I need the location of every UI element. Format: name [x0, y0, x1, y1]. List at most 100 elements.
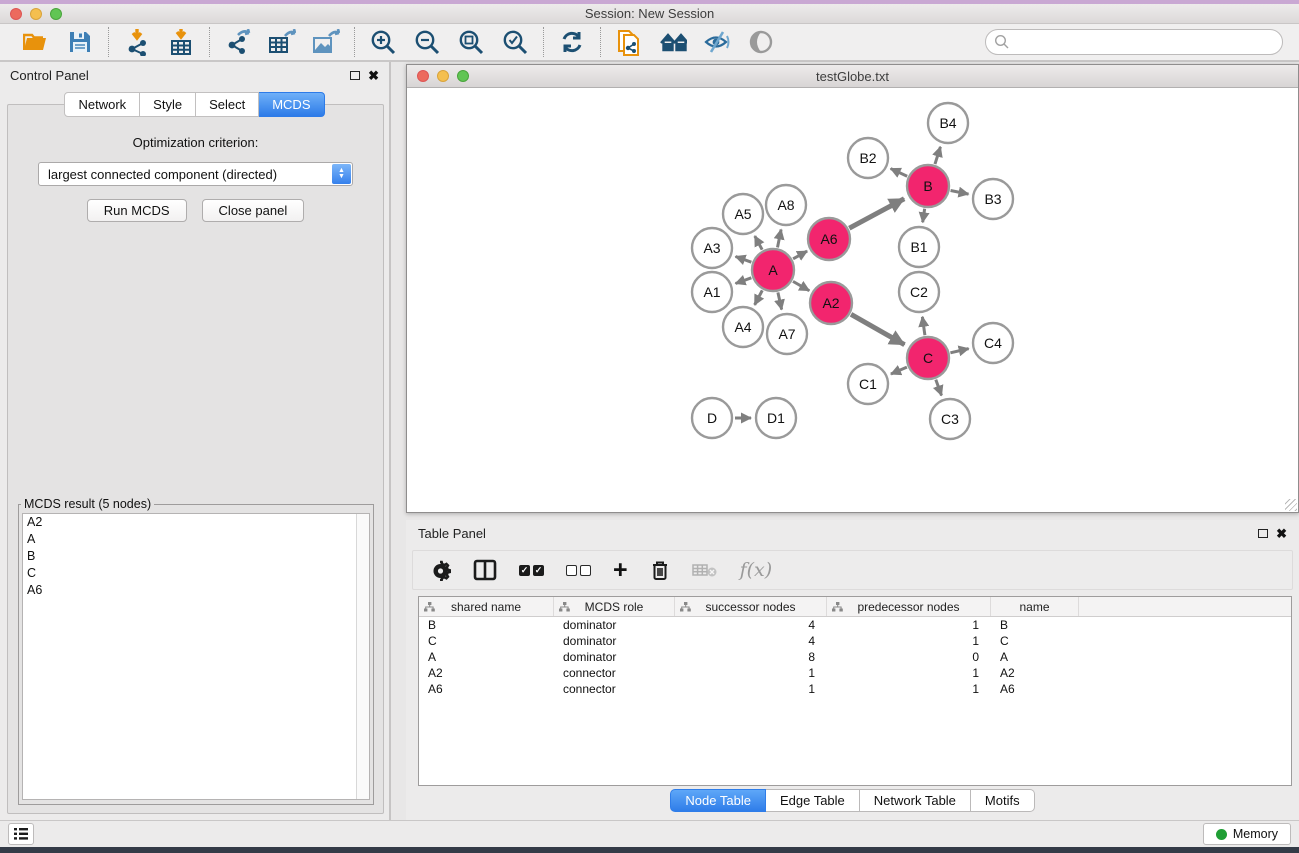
edge-B-B4[interactable]: [935, 147, 940, 164]
close-panel-icon[interactable]: ✖: [368, 69, 379, 82]
close-table-panel-icon[interactable]: ✖: [1276, 527, 1287, 540]
edge-C-C4[interactable]: [950, 349, 968, 353]
cell[interactable]: dominator: [554, 617, 675, 633]
cell[interactable]: A2: [419, 665, 554, 681]
float-panel-icon[interactable]: [350, 71, 360, 80]
cell[interactable]: 0: [827, 649, 991, 665]
zoom-selected-icon[interactable]: [501, 28, 529, 56]
hide-selected-eye-slash-icon[interactable]: [703, 28, 731, 56]
table-row[interactable]: Cdominator41C: [419, 633, 1291, 649]
edge-A-A3[interactable]: [736, 256, 752, 262]
cell[interactable]: A6: [419, 681, 554, 697]
tab-network[interactable]: Network: [64, 92, 140, 117]
cell[interactable]: 4: [675, 617, 827, 633]
cell[interactable]: 1: [675, 665, 827, 681]
cell[interactable]: B: [991, 617, 1079, 633]
cell[interactable]: 1: [675, 681, 827, 697]
node-table[interactable]: shared nameMCDS rolesuccessor nodesprede…: [418, 596, 1292, 786]
show-column-icon[interactable]: [473, 559, 497, 581]
import-table-icon[interactable]: [167, 28, 195, 56]
edge-A2-C[interactable]: [851, 314, 905, 344]
column-header-shared-name[interactable]: shared name: [419, 597, 554, 616]
mcds-result-list[interactable]: A2ABCA6: [22, 513, 370, 800]
settings-gear-icon[interactable]: [429, 559, 451, 581]
delete-column-trash-icon[interactable]: [650, 559, 670, 581]
export-table-icon[interactable]: [268, 28, 296, 56]
column-header-predecessor-nodes[interactable]: predecessor nodes: [827, 597, 991, 616]
tab-motifs[interactable]: Motifs: [971, 789, 1035, 812]
tab-node-table[interactable]: Node Table: [670, 789, 766, 812]
cell[interactable]: 4: [675, 633, 827, 649]
edge-A-A7[interactable]: [778, 292, 782, 309]
result-item[interactable]: B: [23, 548, 369, 565]
task-history-button[interactable]: [8, 823, 34, 845]
result-item[interactable]: A2: [23, 514, 369, 531]
cell[interactable]: connector: [554, 665, 675, 681]
add-column-icon[interactable]: +: [613, 560, 628, 580]
tab-network-table[interactable]: Network Table: [860, 789, 971, 812]
home-icon[interactable]: [659, 28, 687, 56]
cell[interactable]: A: [991, 649, 1079, 665]
cell[interactable]: C: [991, 633, 1079, 649]
zoom-out-icon[interactable]: [413, 28, 441, 56]
result-item[interactable]: A6: [23, 582, 369, 599]
window-resize-grip[interactable]: [1285, 499, 1297, 511]
zoom-fit-icon[interactable]: [457, 28, 485, 56]
edge-A-A5[interactable]: [755, 236, 762, 250]
table-row[interactable]: Adominator80A: [419, 649, 1291, 665]
edge-A6-B[interactable]: [849, 199, 904, 228]
cell[interactable]: C: [419, 633, 554, 649]
cell[interactable]: 8: [675, 649, 827, 665]
cell[interactable]: 1: [827, 665, 991, 681]
edge-B-B2[interactable]: [891, 169, 908, 177]
network-graph[interactable]: B4B2BB3A8A5A6B1A3AA1C2A2A4A7C4CC1C3DD1: [407, 88, 1298, 512]
edge-A-A4[interactable]: [755, 290, 763, 305]
cell[interactable]: dominator: [554, 633, 675, 649]
zoom-in-icon[interactable]: [369, 28, 397, 56]
table-row[interactable]: Bdominator41B: [419, 617, 1291, 633]
cell[interactable]: connector: [554, 681, 675, 697]
tab-style[interactable]: Style: [140, 92, 196, 117]
edge-A-A6[interactable]: [793, 251, 807, 259]
export-image-icon[interactable]: [312, 28, 340, 56]
save-session-icon[interactable]: [66, 28, 94, 56]
edge-B-B1[interactable]: [923, 209, 925, 223]
cell[interactable]: A6: [991, 681, 1079, 697]
result-list-scrollbar[interactable]: [356, 514, 369, 799]
tab-edge-table[interactable]: Edge Table: [766, 789, 860, 812]
refresh-icon[interactable]: [558, 28, 586, 56]
cell[interactable]: 1: [827, 617, 991, 633]
network-canvas[interactable]: B4B2BB3A8A5A6B1A3AA1C2A2A4A7C4CC1C3DD1: [407, 88, 1298, 512]
edge-A-A8[interactable]: [778, 230, 782, 248]
criterion-dropdown[interactable]: largest connected component (directed) ▲…: [38, 162, 353, 186]
cell[interactable]: dominator: [554, 649, 675, 665]
tab-mcds[interactable]: MCDS: [259, 92, 324, 117]
column-header-successor-nodes[interactable]: successor nodes: [675, 597, 827, 616]
float-table-panel-icon[interactable]: [1258, 529, 1268, 538]
cell[interactable]: A2: [991, 665, 1079, 681]
edge-C-C1[interactable]: [891, 367, 907, 374]
unselect-all-icon[interactable]: [566, 565, 591, 576]
network-window-titlebar[interactable]: testGlobe.txt: [407, 65, 1298, 88]
table-row[interactable]: A2connector11A2: [419, 665, 1291, 681]
show-selected-eye-icon[interactable]: [747, 28, 775, 56]
import-network-icon[interactable]: [123, 28, 151, 56]
cell[interactable]: A: [419, 649, 554, 665]
edge-C-C3[interactable]: [936, 380, 942, 396]
cell[interactable]: B: [419, 617, 554, 633]
cell[interactable]: 1: [827, 633, 991, 649]
result-item[interactable]: C: [23, 565, 369, 582]
open-session-icon[interactable]: [22, 28, 50, 56]
tab-select[interactable]: Select: [196, 92, 259, 117]
cell[interactable]: 1: [827, 681, 991, 697]
table-row[interactable]: A6connector11A6: [419, 681, 1291, 697]
memory-button[interactable]: Memory: [1203, 823, 1291, 845]
export-network-icon[interactable]: [224, 28, 252, 56]
result-item[interactable]: A: [23, 531, 369, 548]
column-header-name[interactable]: name: [991, 597, 1079, 616]
select-all-icon[interactable]: ✓✓: [519, 565, 544, 576]
edge-A-A1[interactable]: [736, 278, 752, 284]
copy-network-icon[interactable]: [615, 28, 643, 56]
edge-A-A2[interactable]: [793, 281, 809, 290]
run-mcds-button[interactable]: Run MCDS: [87, 199, 187, 222]
